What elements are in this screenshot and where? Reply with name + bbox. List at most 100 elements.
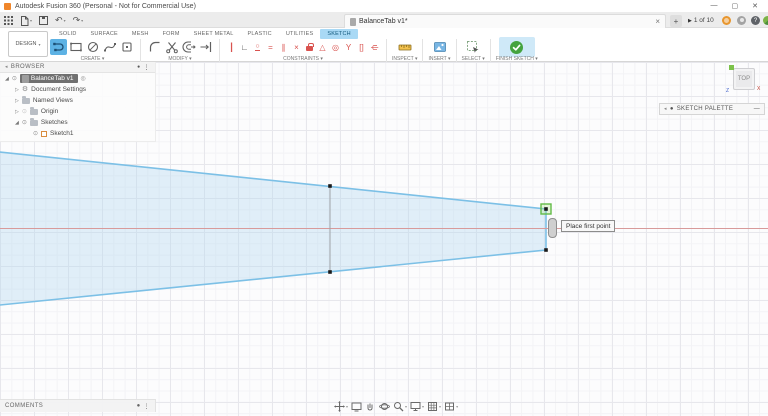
browser-item-named-views[interactable]: ▷ Named Views (0, 95, 155, 106)
horizontal-vertical-constraint-icon[interactable]: ┃ (225, 39, 238, 55)
spline-tool-icon[interactable] (101, 39, 118, 55)
maximize-button[interactable]: ▢ (732, 2, 739, 10)
ribbon: DESIGN ▾ SOLID SURFACE MESH FORM SHEET M… (0, 28, 768, 67)
folder-icon (21, 95, 30, 104)
measure-tool-icon[interactable] (396, 39, 413, 55)
point-tool-icon[interactable] (118, 39, 135, 55)
display-settings-icon[interactable]: ▾ (410, 401, 424, 412)
panel-menu-icon[interactable]: ⋮ (144, 64, 150, 71)
document-tab[interactable]: BalanceTab v1* × (344, 14, 666, 28)
app-grid-icon[interactable] (4, 16, 13, 25)
tab-plastic[interactable]: PLASTIC (241, 29, 279, 39)
selected-root-item[interactable]: BalanceTab v1 (19, 74, 78, 83)
trim-tool-icon[interactable] (163, 39, 180, 55)
perpendicular-constraint-icon[interactable]: × (290, 39, 303, 55)
browser-item-root[interactable]: ◢ ⊙ BalanceTab v1 ◎ (0, 73, 155, 84)
comments-panel[interactable]: COMMENTS ● ⋮ (0, 399, 156, 412)
panel-menu-icon[interactable]: ⋮ (144, 403, 150, 410)
collapse-panel-icon[interactable]: ◂ (664, 106, 667, 112)
pan-icon[interactable] (365, 401, 376, 412)
grid-snaps-icon[interactable]: ▾ (427, 401, 441, 412)
user-avatar[interactable] (763, 16, 768, 25)
line-tool-icon[interactable] (50, 39, 67, 55)
panel-dot-icon[interactable]: ● (137, 403, 141, 409)
save-icon[interactable] (39, 16, 49, 25)
document-tab-close-icon[interactable]: × (655, 17, 660, 26)
browser-item-document-settings[interactable]: ▷ ⚙ Document Settings (0, 84, 155, 95)
tab-mesh[interactable]: MESH (125, 29, 156, 39)
browser-item-sketch1[interactable]: ⊙ Sketch1 (0, 128, 155, 139)
smooth-constraint-icon[interactable]: △ (316, 39, 329, 55)
zoom-icon[interactable]: ▾ (393, 401, 407, 412)
tab-surface[interactable]: SURFACE (84, 29, 125, 39)
symmetry-constraint-icon[interactable]: [] (355, 39, 368, 55)
parallel-constraint-icon[interactable]: ∥ (277, 39, 290, 55)
curvature-constraint-icon[interactable]: ψ (368, 39, 381, 55)
notifications-icon[interactable] (737, 16, 746, 25)
sketch-palette-panel[interactable]: ◂ ● SKETCH PALETTE — (659, 103, 765, 115)
tab-form[interactable]: FORM (156, 29, 187, 39)
close-button[interactable]: ✕ (752, 2, 758, 10)
collapse-panel-icon[interactable]: ◂ (5, 64, 8, 70)
finish-sketch-button[interactable] (498, 37, 535, 57)
visibility-eye-icon[interactable]: ⊙ (22, 108, 27, 115)
visibility-eye-icon[interactable]: ⊙ (12, 75, 17, 82)
tangent-constraint-icon[interactable]: ○ (251, 39, 264, 55)
pan-orbit-icon[interactable]: ▾ (334, 401, 348, 412)
navigation-toolbar: ▾ ▾ ▾ ▾ ▾ (334, 400, 458, 413)
modeling-canvas[interactable]: Place first point ◂ BROWSER ● ⋮ ◢ ⊙ Bala… (0, 62, 768, 416)
browser-header[interactable]: ◂ BROWSER ● ⋮ (0, 62, 155, 73)
orbit-icon[interactable] (379, 401, 390, 412)
visibility-eye-icon[interactable]: ⊙ (22, 119, 27, 126)
redo-icon[interactable]: ↷ ▾ (73, 16, 84, 25)
job-status[interactable]: ▶ 1 of 10 (688, 13, 714, 28)
panel-dot-icon[interactable]: ● (137, 64, 140, 70)
viewcube[interactable]: TOP (733, 68, 755, 90)
circle-tool-icon[interactable] (84, 39, 101, 55)
insert-image-icon[interactable] (431, 39, 448, 55)
coincident-constraint-icon[interactable]: ∟ (238, 39, 251, 55)
browser-item-sketches[interactable]: ◢ ⊙ Sketches (0, 117, 155, 128)
viewports-icon[interactable]: ▾ (444, 401, 458, 412)
browser-item-origin[interactable]: ▷ ⊙ Origin (0, 106, 155, 117)
minimize-panel-icon[interactable]: — (754, 106, 760, 112)
offset-tool-icon[interactable] (180, 39, 197, 55)
expand-icon[interactable]: ▷ (15, 109, 19, 115)
panel-dot-icon: ● (669, 106, 674, 112)
equal-constraint-icon[interactable]: = (264, 39, 277, 55)
tab-sketch[interactable]: SKETCH (320, 28, 358, 39)
expand-icon[interactable]: ◢ (5, 76, 9, 82)
new-tab-button[interactable]: + (670, 15, 682, 27)
extend-tool-icon[interactable] (197, 39, 214, 55)
file-menu-icon[interactable]: ▾ (20, 15, 32, 26)
lock-icon (306, 43, 314, 51)
undo-caret-icon: ▾ (63, 18, 66, 23)
root-item-badge-icon[interactable]: ◎ (81, 75, 86, 82)
help-icon[interactable]: ? (751, 16, 760, 25)
design-doc-icon (21, 74, 29, 83)
fix-unfix-constraint-icon[interactable] (303, 39, 316, 55)
undo-icon[interactable]: ↶ ▾ (55, 16, 66, 25)
tab-sheet-metal[interactable]: SHEET METAL (187, 29, 241, 39)
job-queue-icon[interactable] (722, 16, 731, 25)
expand-icon[interactable]: ▷ (15, 98, 19, 104)
workspace-selector[interactable]: DESIGN ▾ (8, 31, 48, 57)
group-finish-sketch: FINISH SKETCH ▾ (494, 37, 540, 62)
select-tool-icon[interactable] (465, 39, 482, 55)
sketch-point (328, 270, 332, 274)
group-modify: MODIFY ▾ (144, 39, 216, 62)
placement-tooltip: Place first point (561, 220, 616, 232)
midpoint-constraint-icon[interactable]: Y (342, 39, 355, 55)
fusion-logo-icon (4, 2, 11, 10)
expand-icon[interactable]: ▷ (15, 87, 19, 93)
rectangle-tool-icon[interactable] (67, 39, 84, 55)
concentric-constraint-icon[interactable]: ◎ (329, 39, 342, 55)
expand-icon[interactable]: ◢ (15, 120, 19, 126)
fit-view-icon[interactable] (351, 401, 362, 412)
minimize-button[interactable]: — (711, 2, 718, 10)
visibility-eye-icon[interactable]: ⊙ (33, 130, 38, 137)
dropdown-caret-icon: ▾ (405, 404, 408, 409)
tab-solid[interactable]: SOLID (52, 29, 84, 39)
fillet-tool-icon[interactable] (146, 39, 163, 55)
tab-utilities[interactable]: UTILITIES (279, 29, 320, 39)
